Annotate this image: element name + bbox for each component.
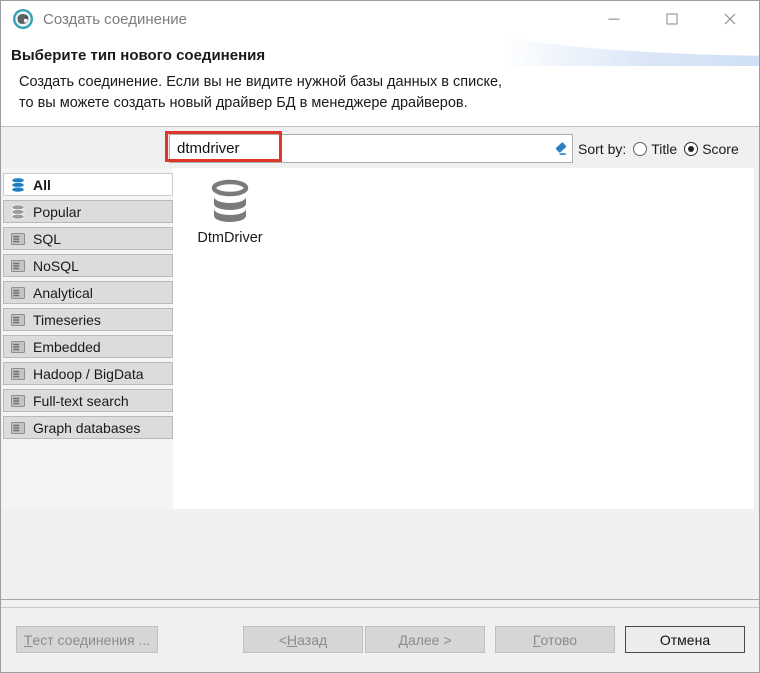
sidebar-item-popular[interactable]: Popular bbox=[3, 200, 173, 223]
db-card-icon bbox=[10, 258, 26, 274]
sidebar-item-all[interactable]: All bbox=[3, 173, 173, 196]
clear-search-button[interactable] bbox=[550, 139, 569, 158]
radio-icon[interactable] bbox=[633, 142, 647, 156]
description-line-1: Создать соединение. Если вы не видите ну… bbox=[19, 74, 502, 90]
test-button[interactable]: Тест соединения ... bbox=[16, 626, 158, 653]
db-card-icon bbox=[10, 420, 26, 436]
sort-by-label: Sort by: bbox=[578, 141, 626, 157]
sidebar-item-label: Graph databases bbox=[33, 420, 140, 436]
page-title: Выберите тип нового соединения bbox=[1, 37, 759, 64]
description-line-2: то вы можете создать новый драйвер БД в … bbox=[19, 95, 468, 111]
window-title: Создать соединение bbox=[43, 11, 187, 28]
db-card-icon bbox=[10, 285, 26, 301]
db-stack-icon bbox=[10, 177, 26, 193]
sidebar-item-label: Full-text search bbox=[33, 393, 129, 409]
page-description: Создать соединение. Если вы не видите ну… bbox=[19, 72, 759, 114]
radio-icon[interactable] bbox=[684, 142, 698, 156]
driver-search-input[interactable] bbox=[169, 134, 573, 163]
sidebar-item-label: Analytical bbox=[33, 285, 93, 301]
sidebar-item-label: All bbox=[33, 177, 51, 193]
eraser-icon bbox=[551, 140, 568, 157]
window-controls bbox=[585, 1, 759, 37]
close-button[interactable] bbox=[701, 1, 759, 37]
db-card-icon bbox=[10, 366, 26, 382]
sidebar-item-label: Timeseries bbox=[33, 312, 101, 328]
sort-option-title[interactable]: Title bbox=[633, 141, 677, 157]
wizard-header: Выберите тип нового соединения Создать с… bbox=[1, 37, 759, 127]
sort-group: Sort by: Title Score bbox=[578, 134, 739, 163]
content-separator bbox=[1, 599, 759, 600]
sidebar-item-timeseries[interactable]: Timeseries bbox=[3, 308, 173, 331]
db-stack-icon bbox=[10, 204, 26, 220]
sidebar-item-label: Popular bbox=[33, 204, 81, 220]
maximize-button[interactable] bbox=[643, 1, 701, 37]
sidebar-item-label: NoSQL bbox=[33, 258, 79, 274]
minimize-icon bbox=[608, 13, 620, 25]
sidebar-item-analytical[interactable]: Analytical bbox=[3, 281, 173, 304]
sidebar: All Popular SQL NoSQL Analytical Timeser… bbox=[2, 168, 173, 509]
sidebar-item-full-text-search[interactable]: Full-text search bbox=[3, 389, 173, 412]
footer: Тест соединения ... < НазадДалее > Готово О… bbox=[1, 608, 759, 672]
sort-option-label: Title bbox=[651, 141, 677, 157]
sidebar-item-label: SQL bbox=[33, 231, 61, 247]
sidebar-item-nosql[interactable]: NoSQL bbox=[3, 254, 173, 277]
dbeaver-logo-icon bbox=[12, 8, 34, 30]
sidebar-item-sql[interactable]: SQL bbox=[3, 227, 173, 250]
sidebar-item-embedded[interactable]: Embedded bbox=[3, 335, 173, 358]
db-card-icon bbox=[10, 231, 26, 247]
database-icon bbox=[206, 178, 254, 226]
sidebar-item-graph-databases[interactable]: Graph databases bbox=[3, 416, 173, 439]
next-button[interactable]: Далее > bbox=[365, 626, 485, 653]
search-box bbox=[169, 134, 573, 163]
close-icon bbox=[724, 13, 736, 25]
sidebar-item-label: Hadoop / BigData bbox=[33, 366, 144, 382]
sort-option-label: Score bbox=[702, 141, 739, 157]
driver-list: DtmDriver bbox=[173, 168, 754, 509]
db-card-icon bbox=[10, 312, 26, 328]
sidebar-item-hadoop-bigdata[interactable]: Hadoop / BigData bbox=[3, 362, 173, 385]
minimize-button[interactable] bbox=[585, 1, 643, 37]
finish-button[interactable]: Готово bbox=[495, 626, 615, 653]
maximize-icon bbox=[666, 13, 678, 25]
titlebar: Создать соединение bbox=[1, 1, 759, 37]
driver-label: DtmDriver bbox=[197, 230, 262, 246]
sidebar-item-label: Embedded bbox=[33, 339, 101, 355]
sort-option-score[interactable]: Score bbox=[684, 141, 739, 157]
cancel-button[interactable]: Отмена bbox=[625, 626, 745, 653]
driver-item-dtmdriver[interactable]: DtmDriver bbox=[186, 174, 274, 250]
create-connection-dialog: Создать соединение Выберите тип нового с… bbox=[0, 0, 760, 673]
db-card-icon bbox=[10, 393, 26, 409]
back-button[interactable]: < Назад bbox=[243, 626, 363, 653]
db-card-icon bbox=[10, 339, 26, 355]
